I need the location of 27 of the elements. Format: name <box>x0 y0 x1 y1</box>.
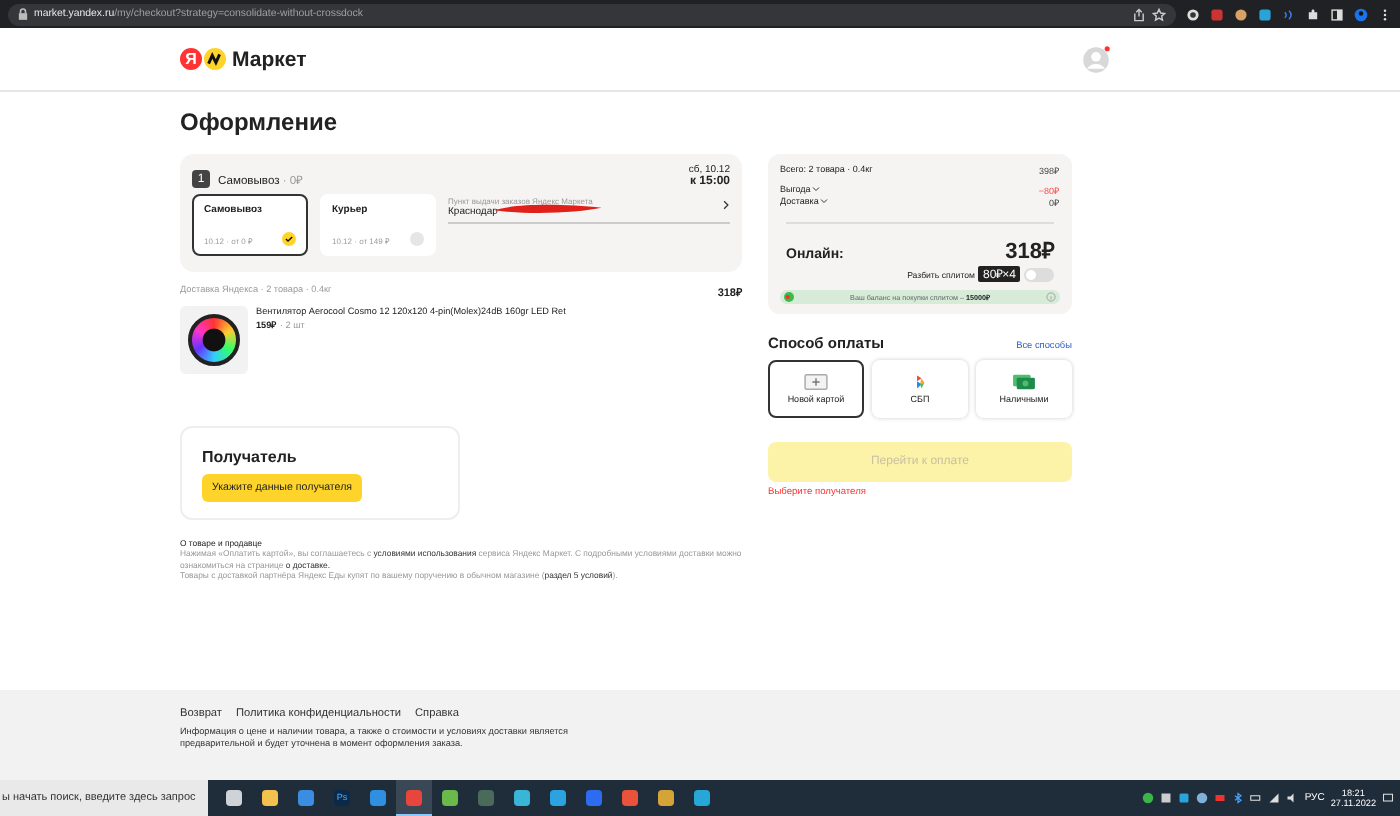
sidebar-icon[interactable] <box>1330 7 1344 21</box>
logo-mark[interactable]: Я <box>180 48 202 70</box>
cash-icon <box>1012 374 1036 390</box>
logo-text[interactable]: Маркет <box>232 47 307 71</box>
radio-icon <box>410 232 424 246</box>
battery-icon[interactable] <box>1250 792 1263 804</box>
star-icon[interactable] <box>1152 7 1166 21</box>
page-title: Оформление <box>180 108 339 136</box>
split-toggle[interactable] <box>1024 267 1054 281</box>
chevron-right-icon <box>722 200 730 210</box>
online-amount: 318₽ <box>1005 238 1054 264</box>
taskbar-app[interactable] <box>396 780 432 816</box>
fan-drawing[interactable] <box>180 306 248 374</box>
logo-squiggle-icon[interactable] <box>204 48 226 70</box>
speaker-icon[interactable] <box>1286 792 1299 804</box>
share-icon[interactable] <box>1132 7 1146 21</box>
bluetooth-icon[interactable] <box>1232 792 1245 804</box>
check-icon <box>282 232 296 246</box>
add-card-icon <box>804 374 828 390</box>
puzzle-icon[interactable] <box>1306 7 1320 21</box>
profile-icon[interactable] <box>1354 7 1368 21</box>
notification-icon[interactable] <box>1382 792 1394 804</box>
wifi-icon[interactable] <box>1268 792 1281 804</box>
lock-icon <box>18 8 28 20</box>
recipient-title: Получатель <box>202 448 297 466</box>
menu-icon[interactable] <box>1378 7 1392 21</box>
split-logo-icon <box>784 292 794 302</box>
